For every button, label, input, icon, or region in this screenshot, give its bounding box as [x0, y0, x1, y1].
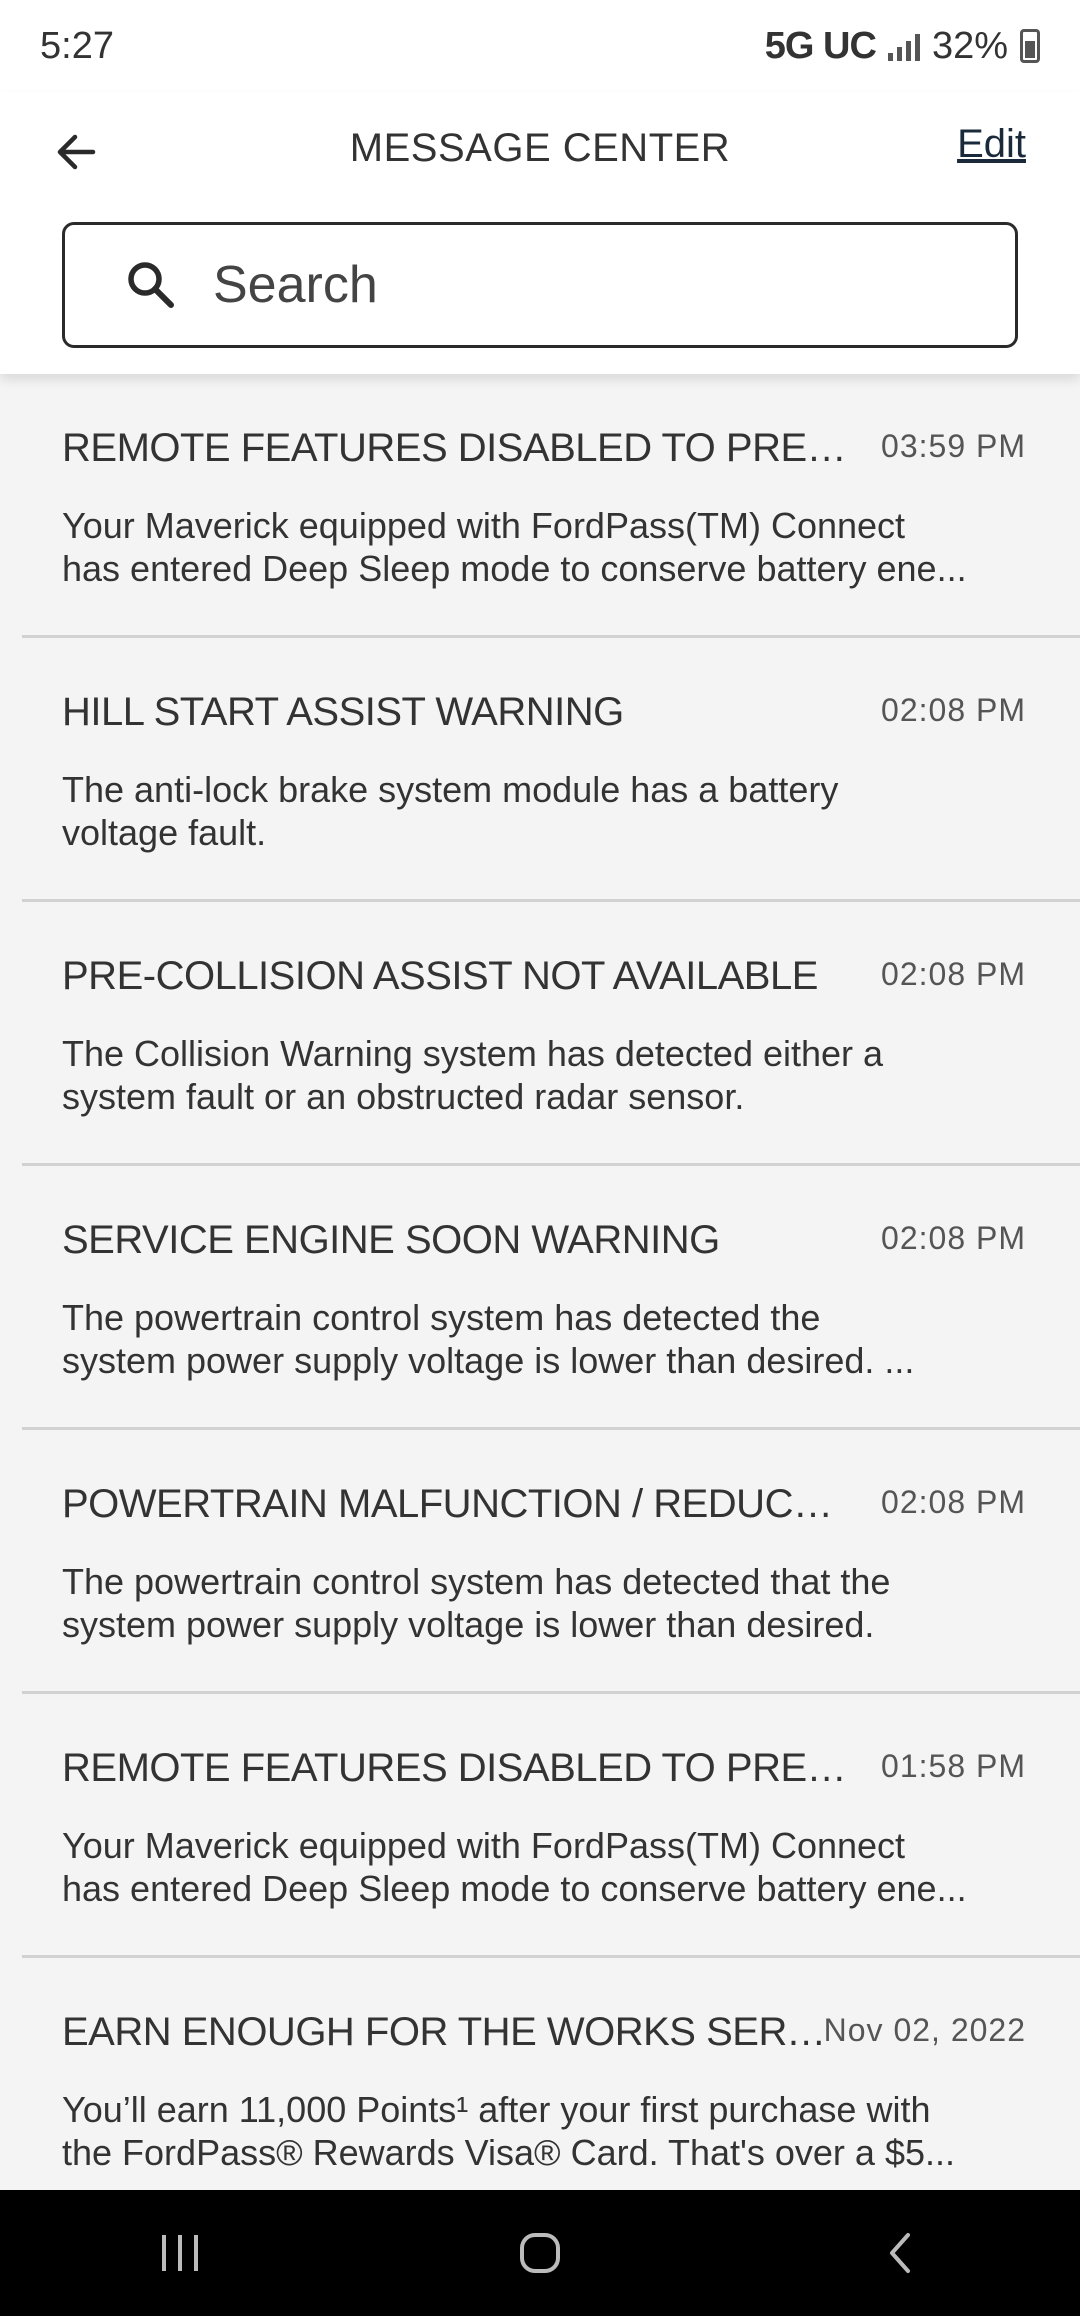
message-preview: The powertrain control system has detect…	[62, 1560, 1042, 1646]
message-preview-line: You’ll earn 11,000 Points¹ after your fi…	[62, 2089, 931, 2130]
message-item[interactable]: SERVICE ENGINE SOON WARNING 02:08 PM The…	[22, 1166, 1080, 1430]
message-time: 02:08 PM	[881, 956, 1026, 992]
message-title: HILL START ASSIST WARNING	[62, 690, 624, 734]
message-preview-line: system fault or an obstructed radar sens…	[62, 1076, 745, 1117]
system-back-button[interactable]	[840, 2213, 960, 2293]
message-item[interactable]: PRE-COLLISION ASSIST NOT AVAILABLE 02:08…	[22, 902, 1080, 1166]
message-preview-line: system power supply voltage is lower tha…	[62, 1604, 875, 1645]
message-preview: The Collision Warning system has detecte…	[62, 1032, 1042, 1118]
battery-icon	[1020, 29, 1040, 63]
message-title: REMOTE FEATURES DISABLED TO PRESERVE B..…	[62, 1746, 852, 1790]
message-item[interactable]: REMOTE FEATURES DISABLED TO PRESERVE ...…	[22, 374, 1080, 638]
battery-percent: 32%	[931, 24, 1008, 67]
message-item[interactable]: POWERTRAIN MALFUNCTION / REDUCED PO... 0…	[22, 1430, 1080, 1694]
recent-apps-icon	[162, 2235, 198, 2271]
message-time: 02:08 PM	[881, 1484, 1026, 1520]
message-time: 02:08 PM	[881, 1220, 1026, 1256]
message-item[interactable]: REMOTE FEATURES DISABLED TO PRESERVE B..…	[22, 1694, 1080, 1958]
message-title: SERVICE ENGINE SOON WARNING	[62, 1218, 720, 1262]
message-preview: You’ll earn 11,000 Points¹ after your fi…	[62, 2088, 1042, 2174]
search-icon	[121, 255, 181, 315]
message-time: 02:08 PM	[881, 692, 1026, 728]
status-indicators: 5G UC 32%	[765, 25, 1040, 68]
back-icon	[890, 2233, 910, 2273]
message-preview-line: The anti-lock brake system module has a …	[62, 769, 839, 810]
message-item[interactable]: EARN ENOUGH FOR THE WORKS SERVICE ... No…	[22, 1958, 1080, 2190]
message-preview-line: has entered Deep Sleep mode to conserve …	[62, 1868, 967, 1909]
message-preview-line: Your Maverick equipped with FordPass(TM)…	[62, 1825, 906, 1866]
message-preview-line: Your Maverick equipped with FordPass(TM)…	[62, 505, 906, 546]
message-list: REMOTE FEATURES DISABLED TO PRESERVE ...…	[0, 374, 1080, 2190]
message-preview-line: has entered Deep Sleep mode to conserve …	[62, 548, 967, 589]
system-nav-bar	[0, 2190, 1080, 2316]
message-time: 01:58 PM	[881, 1748, 1026, 1784]
signal-icon	[887, 31, 920, 61]
home-icon	[520, 2233, 560, 2273]
status-time: 5:27	[40, 24, 114, 67]
app-header: MESSAGE CENTER Edit	[0, 92, 1080, 374]
search-input[interactable]	[211, 254, 915, 316]
message-time: 03:59 PM	[881, 428, 1026, 464]
home-button[interactable]	[480, 2213, 600, 2293]
message-preview: The anti-lock brake system module has a …	[62, 768, 1042, 854]
message-preview-line: voltage fault.	[62, 812, 267, 853]
message-preview-line: the FordPass® Rewards Visa® Card. That's…	[62, 2132, 955, 2173]
edit-button[interactable]: Edit	[957, 122, 1026, 167]
message-time: Nov 02, 2022	[823, 2012, 1026, 2048]
message-preview: Your Maverick equipped with FordPass(TM)…	[62, 1824, 1042, 1910]
message-title: REMOTE FEATURES DISABLED TO PRESERVE ...	[62, 426, 852, 470]
message-item[interactable]: HILL START ASSIST WARNING 02:08 PM The a…	[22, 638, 1080, 902]
message-title: POWERTRAIN MALFUNCTION / REDUCED PO...	[62, 1482, 852, 1526]
search-box[interactable]	[62, 222, 1018, 348]
message-title: PRE-COLLISION ASSIST NOT AVAILABLE	[62, 954, 818, 998]
message-title: EARN ENOUGH FOR THE WORKS SERVICE ...	[62, 2010, 852, 2054]
message-preview: Your Maverick equipped with FordPass(TM)…	[62, 504, 1042, 590]
status-bar: 5:27 5G UC 32%	[0, 0, 1080, 92]
message-preview: The powertrain control system has detect…	[62, 1296, 1042, 1382]
message-preview-line: The Collision Warning system has detecte…	[62, 1033, 884, 1074]
message-preview-line: system power supply voltage is lower tha…	[62, 1340, 915, 1381]
page-title: MESSAGE CENTER	[349, 126, 731, 170]
message-preview-line: The powertrain control system has detect…	[62, 1297, 821, 1338]
message-preview-line: The powertrain control system has detect…	[62, 1561, 891, 1602]
recent-apps-button[interactable]	[120, 2213, 240, 2293]
network-indicator: 5G UC	[764, 24, 877, 67]
